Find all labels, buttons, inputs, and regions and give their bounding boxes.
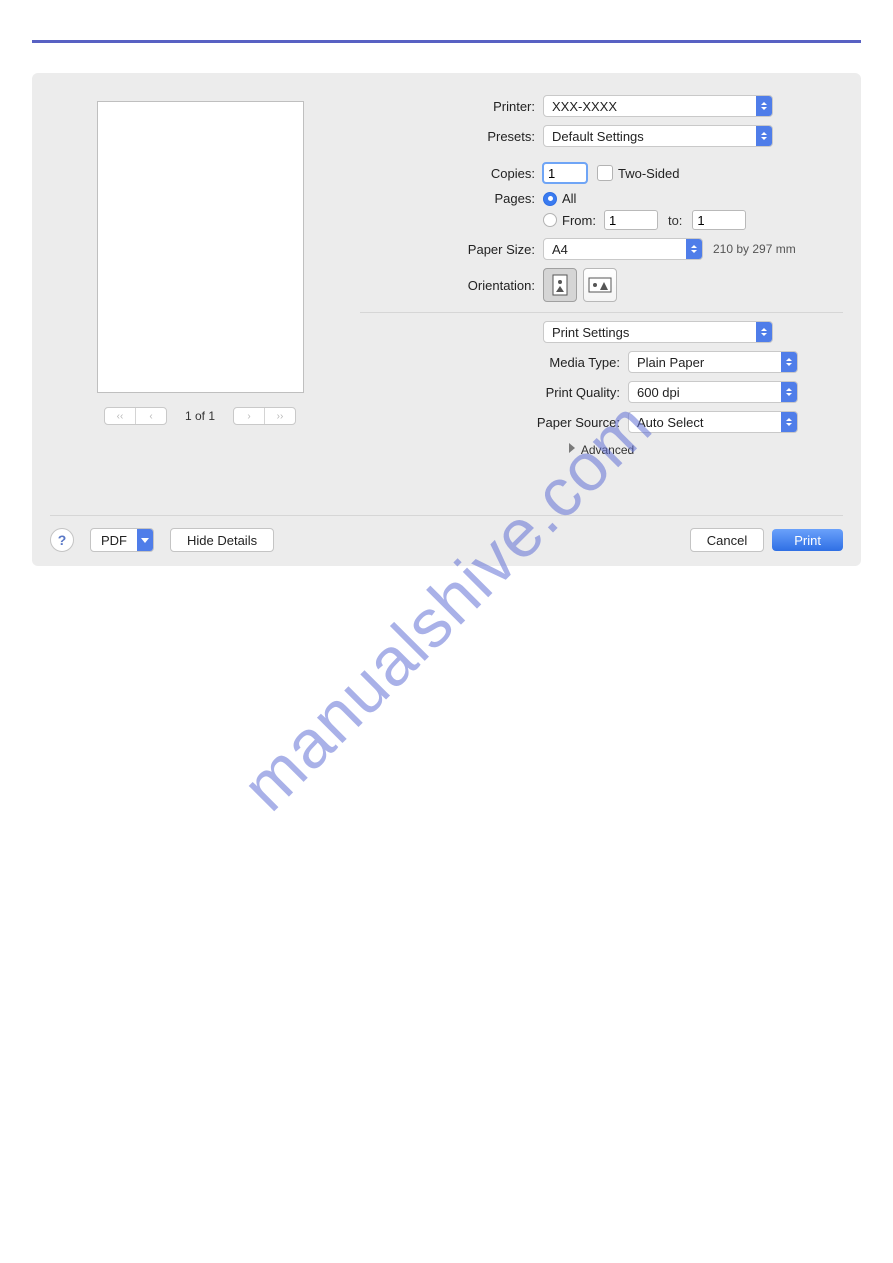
pdf-label: PDF xyxy=(91,533,137,548)
paper-size-label: Paper Size: xyxy=(360,242,543,257)
dropdown-arrow-icon xyxy=(756,322,772,342)
presets-value: Default Settings xyxy=(552,129,644,144)
paper-size-dropdown[interactable]: A4 xyxy=(543,238,703,260)
print-section-dropdown[interactable]: Print Settings xyxy=(543,321,773,343)
hide-details-label: Hide Details xyxy=(187,533,257,548)
preview-column: ‹‹ ‹ 1 of 1 › ›› xyxy=(50,95,350,425)
dropdown-arrow-icon xyxy=(137,529,153,551)
dropdown-arrow-icon xyxy=(781,352,797,372)
cancel-label: Cancel xyxy=(707,533,747,548)
media-type-dropdown[interactable]: Plain Paper xyxy=(628,351,798,373)
cancel-button[interactable]: Cancel xyxy=(690,528,764,552)
help-icon: ? xyxy=(58,532,67,548)
two-sided-label: Two-Sided xyxy=(618,166,679,181)
print-preview-page xyxy=(97,101,304,393)
copies-label: Copies: xyxy=(360,166,543,181)
pages-label: Pages: xyxy=(360,191,543,206)
help-button[interactable]: ? xyxy=(50,528,74,552)
portrait-icon xyxy=(551,274,569,296)
pager-next-button[interactable]: › xyxy=(234,408,264,424)
copies-input[interactable] xyxy=(543,163,587,183)
dropdown-arrow-icon xyxy=(781,382,797,402)
advanced-label: Advanced xyxy=(581,443,634,457)
paper-size-value: A4 xyxy=(552,242,568,257)
page-top-rule xyxy=(32,40,861,43)
paper-source-dropdown[interactable]: Auto Select xyxy=(628,411,798,433)
pages-to-label: to: xyxy=(668,213,682,228)
print-label: Print xyxy=(794,533,821,548)
dropdown-arrow-icon xyxy=(756,96,772,116)
disclosure-triangle-icon xyxy=(569,443,575,453)
two-sided-checkbox[interactable] xyxy=(597,165,613,181)
hide-details-button[interactable]: Hide Details xyxy=(170,528,274,552)
pager-last-button[interactable]: ›› xyxy=(264,408,295,424)
dropdown-arrow-icon xyxy=(686,239,702,259)
printer-dropdown[interactable]: XXX-XXXX xyxy=(543,95,773,117)
pager-page-indicator: 1 of 1 xyxy=(185,409,215,423)
dropdown-arrow-icon xyxy=(781,412,797,432)
paper-source-value: Auto Select xyxy=(637,415,704,430)
print-dialog: ‹‹ ‹ 1 of 1 › ›› Printer: XXX-XX xyxy=(32,73,861,566)
presets-dropdown[interactable]: Default Settings xyxy=(543,125,773,147)
orientation-label: Orientation: xyxy=(360,278,543,293)
print-quality-label: Print Quality: xyxy=(360,385,628,400)
pager-prev-button[interactable]: ‹ xyxy=(135,408,166,424)
dialog-footer: ? PDF Hide Details Cancel Print xyxy=(50,528,843,552)
media-type-value: Plain Paper xyxy=(637,355,704,370)
orientation-portrait-button[interactable] xyxy=(543,268,577,302)
paper-source-label: Paper Source: xyxy=(360,415,628,430)
pages-range-radio[interactable] xyxy=(543,213,557,227)
advanced-disclosure[interactable]: Advanced xyxy=(360,443,843,457)
presets-label: Presets: xyxy=(360,129,543,144)
print-quality-value: 600 dpi xyxy=(637,385,680,400)
print-button[interactable]: Print xyxy=(772,529,843,551)
footer-separator xyxy=(50,515,843,516)
pdf-dropdown-button[interactable]: PDF xyxy=(90,528,154,552)
print-quality-dropdown[interactable]: 600 dpi xyxy=(628,381,798,403)
dropdown-arrow-icon xyxy=(756,126,772,146)
section-separator xyxy=(360,312,843,313)
media-type-label: Media Type: xyxy=(360,355,628,370)
orientation-landscape-button[interactable] xyxy=(583,268,617,302)
settings-column: Printer: XXX-XXXX Presets: Default Setti… xyxy=(360,95,843,461)
pager-first-button[interactable]: ‹‹ xyxy=(105,408,135,424)
printer-value: XXX-XXXX xyxy=(552,99,617,114)
pages-from-label: From: xyxy=(562,213,596,228)
landscape-icon xyxy=(588,276,612,294)
pages-to-input[interactable] xyxy=(692,210,746,230)
print-section-value: Print Settings xyxy=(552,325,629,340)
pages-from-input[interactable] xyxy=(604,210,658,230)
pages-all-label: All xyxy=(562,191,576,206)
printer-label: Printer: xyxy=(360,99,543,114)
pages-all-radio[interactable] xyxy=(543,192,557,206)
paper-dimensions-text: 210 by 297 mm xyxy=(713,242,796,256)
preview-pager: ‹‹ ‹ 1 of 1 › ›› xyxy=(104,407,296,425)
